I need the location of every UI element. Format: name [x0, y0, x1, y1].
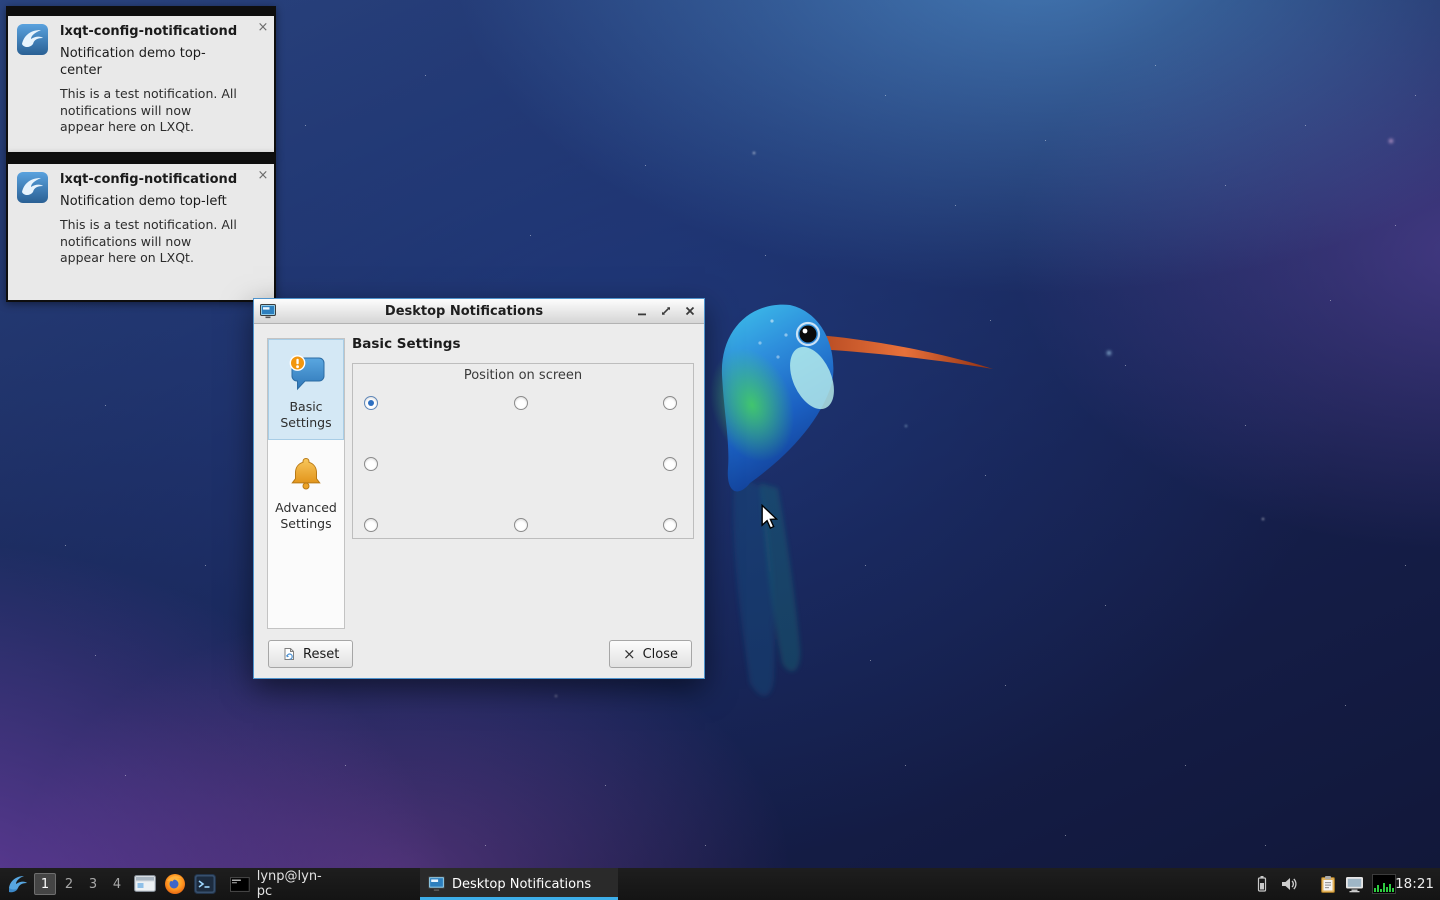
terminal-launcher-icon[interactable] [192, 868, 218, 900]
display-icon[interactable] [1345, 868, 1364, 900]
taskbar: 1 2 3 4 [0, 868, 1440, 900]
restore-button[interactable] [658, 303, 674, 319]
radio-position-top-right[interactable] [663, 396, 677, 410]
volume-icon[interactable] [1280, 868, 1298, 900]
lxqt-notification-icon [16, 171, 49, 204]
radio-position-bottom-right[interactable] [663, 518, 677, 532]
position-groupbox: Position on screen [352, 363, 694, 539]
reset-icon [282, 647, 296, 661]
task-label: Desktop Notifications [452, 877, 591, 892]
workspace-button-2[interactable]: 2 [58, 873, 80, 895]
notification-close-icon[interactable]: × [255, 20, 271, 36]
sidebar-item-label: Advanced Settings [272, 500, 340, 532]
workspace-button-4[interactable]: 4 [106, 873, 128, 895]
titlebar[interactable]: Desktop Notifications [254, 299, 704, 324]
window-title: Desktop Notifications [294, 304, 634, 319]
groupbox-title: Position on screen [353, 368, 693, 383]
notification-popup: lxqt-config-notificationd Notification d… [6, 154, 276, 302]
basic-settings-icon [272, 349, 340, 395]
sidebar-item-label: Basic Settings [272, 399, 340, 431]
hummingbird-wallpaper [690, 283, 1020, 713]
bright-stars-layer [0, 0, 2, 2]
mouse-cursor [760, 504, 778, 530]
notification-summary: Notification demo top-left [60, 193, 238, 210]
minimize-button[interactable] [634, 303, 650, 319]
task-label: lynp@lyn-pc [257, 869, 336, 899]
radio-position-bottom-center[interactable] [514, 518, 528, 532]
radio-position-bottom-left[interactable] [364, 518, 378, 532]
close-dialog-button[interactable]: × Close [609, 640, 692, 668]
window-icon[interactable] [260, 304, 276, 319]
close-button-label: Close [643, 647, 678, 662]
file-manager-launcher-icon[interactable] [132, 868, 158, 900]
desktop: lxqt-config-notificationd Notification d… [0, 0, 1440, 900]
page-heading: Basic Settings [352, 336, 461, 352]
settings-sidebar: Basic Settings Advanced Settings [267, 338, 345, 629]
radio-position-top-center[interactable] [514, 396, 528, 410]
sidebar-item-basic-settings[interactable]: Basic Settings [268, 339, 344, 440]
start-menu-button[interactable] [4, 868, 32, 900]
notification-app-name: lxqt-config-notificationd [60, 171, 238, 188]
notification-popup: lxqt-config-notificationd Notification d… [6, 6, 276, 154]
notification-body: This is a test notification. All notific… [60, 217, 238, 267]
lxqt-logo-icon [6, 872, 30, 896]
reset-button[interactable]: Reset [268, 640, 353, 668]
resource-monitor-icon[interactable] [1372, 868, 1396, 900]
reset-button-label: Reset [303, 647, 339, 662]
terminal-window-thumbnail [230, 877, 250, 892]
taskbar-clock[interactable]: 18:21 [1395, 868, 1434, 900]
sidebar-item-advanced-settings[interactable]: Advanced Settings [268, 440, 344, 541]
taskbar-task-terminal[interactable]: lynp@lyn-pc [222, 868, 344, 900]
notification-body: This is a test notification. All notific… [60, 86, 238, 136]
notification-close-icon[interactable]: × [255, 168, 271, 184]
clipboard-icon[interactable] [1320, 868, 1336, 900]
notification-summary: Notification demo top-center [60, 45, 238, 79]
advanced-settings-bell-icon [272, 450, 340, 496]
workspace-button-1[interactable]: 1 [34, 873, 56, 895]
battery-icon[interactable] [1256, 868, 1268, 900]
close-button[interactable] [682, 303, 698, 319]
firefox-launcher-icon[interactable] [162, 868, 188, 900]
radio-position-top-left[interactable] [364, 396, 378, 410]
workspace-button-3[interactable]: 3 [82, 873, 104, 895]
lxqt-notification-icon [16, 23, 49, 56]
window-icon [428, 876, 445, 892]
close-x-icon: × [623, 647, 636, 662]
taskbar-task-desktop-notifications[interactable]: Desktop Notifications [420, 868, 618, 900]
radio-position-middle-right[interactable] [663, 457, 677, 471]
notification-app-name: lxqt-config-notificationd [60, 23, 238, 40]
desktop-notifications-window: Desktop Notifications [253, 298, 705, 679]
radio-position-middle-left[interactable] [364, 457, 378, 471]
